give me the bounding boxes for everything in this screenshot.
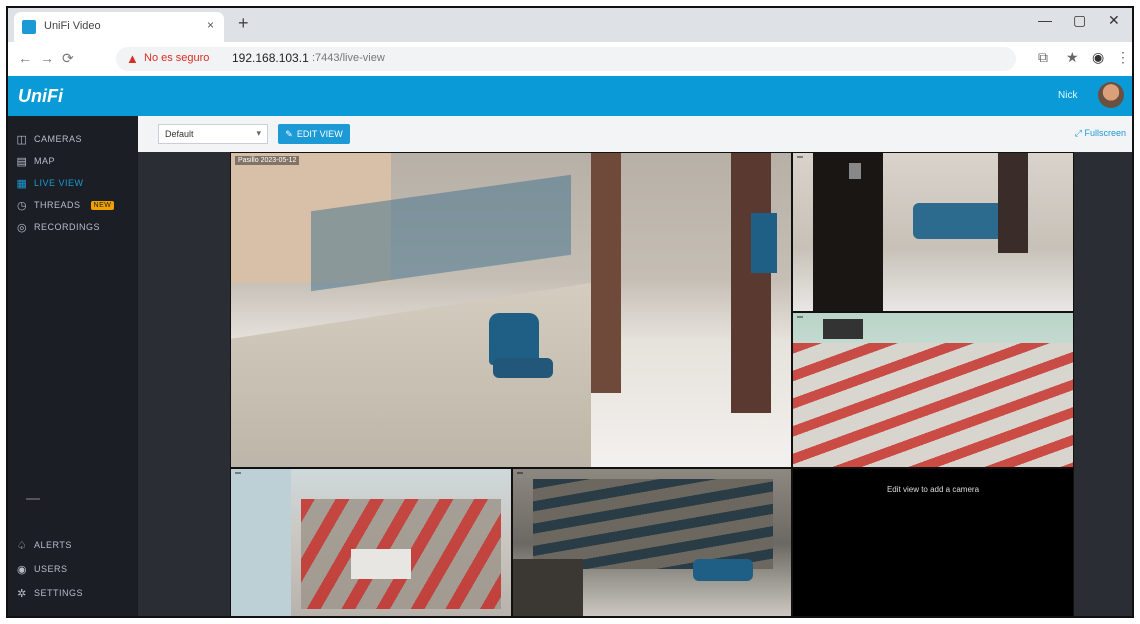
sidebar-item-label: SETTINGS: [34, 588, 84, 598]
avatar[interactable]: [1098, 82, 1124, 108]
door-frame: [591, 153, 621, 393]
camera-icon: ◫: [16, 133, 28, 146]
warning-icon[interactable]: ▲: [126, 51, 139, 66]
camera-grid: Pasillo 2023-05-12 Edit view to add a ca…: [138, 152, 1132, 616]
chair-seat: [493, 358, 553, 378]
blue-chairs: [913, 203, 1003, 239]
browser-tab[interactable]: UniFi Video ×: [14, 12, 224, 42]
users-icon: ◉: [16, 563, 28, 576]
camera-label: Pasillo 2023-05-12: [235, 156, 300, 165]
translate-icon[interactable]: ⧉: [1038, 49, 1048, 66]
sidebar-item-recordings[interactable]: ◎ RECORDINGS: [16, 218, 100, 236]
sidebar-item-map[interactable]: ▤ MAP: [16, 152, 55, 170]
unifi-logo[interactable]: UniFi: [18, 86, 63, 107]
bell-icon: ♤: [16, 539, 28, 552]
door-frame: [998, 153, 1028, 253]
shadow-area: [513, 559, 583, 616]
live-view-icon: ▦: [16, 177, 28, 190]
view-select-value: Default: [165, 129, 194, 139]
tv-screen: [823, 319, 863, 339]
maximize-icon[interactable]: ▢: [1073, 12, 1086, 29]
url-host: 192.168.103.1: [232, 51, 309, 65]
new-tab-icon[interactable]: +: [238, 13, 249, 34]
blue-chairs: [693, 559, 753, 581]
new-badge: NEW: [90, 200, 115, 210]
sidebar-item-settings[interactable]: ✲ SETTINGS: [16, 584, 83, 602]
expand-icon: ⤢: [1074, 128, 1082, 138]
edit-view-button[interactable]: ✎ EDIT VIEW: [278, 124, 350, 144]
camera-label: [235, 472, 241, 474]
gear-icon: ✲: [17, 587, 27, 600]
sidebar-divider: [26, 498, 40, 500]
unifi-favicon-icon: [22, 20, 36, 34]
sidebar-item-threads[interactable]: ◷ THREADS NEW: [16, 196, 115, 214]
fullscreen-button[interactable]: ⤢ Fullscreen: [1075, 128, 1126, 139]
camera-tile-doorway[interactable]: [792, 152, 1074, 312]
sidebar-item-label: LIVE VIEW: [34, 178, 84, 188]
forward-icon[interactable]: →: [40, 50, 54, 66]
blue-chair: [751, 213, 777, 273]
sidebar-item-label: CAMERAS: [34, 134, 83, 144]
sidebar-item-label: ALERTS: [34, 540, 72, 550]
sidebar-item-label: MAP: [34, 156, 56, 166]
sidebar-item-label: THREADS: [34, 200, 81, 210]
menu-icon[interactable]: ⋮: [1116, 49, 1130, 66]
reload-icon[interactable]: ⟳: [62, 50, 74, 67]
red-chairs: [793, 343, 1073, 467]
profile-icon[interactable]: ◉: [1092, 49, 1104, 66]
empty-slot-text: Edit view to add a camera: [886, 485, 980, 494]
address-bar[interactable]: ▲ No es seguro 192.168.103.1 :7443/live-…: [116, 47, 1016, 71]
dark-door: [813, 153, 883, 311]
view-select[interactable]: Default ▾: [158, 124, 268, 144]
door-frame: [731, 153, 771, 413]
sidebar-item-label: RECORDINGS: [34, 222, 101, 232]
camera-tile-hallway[interactable]: Pasillo 2023-05-12: [230, 152, 792, 468]
camera-tile-classroom-c[interactable]: [512, 468, 792, 616]
minimize-icon[interactable]: —: [1038, 12, 1052, 28]
camera-label: [797, 316, 803, 318]
sidebar-item-label: USERS: [34, 564, 68, 574]
edit-view-label: EDIT VIEW: [296, 129, 343, 139]
app-header: UniFi Nick: [8, 76, 1132, 116]
map-icon: ▤: [16, 155, 28, 168]
camera-tile-classroom-a[interactable]: [792, 312, 1074, 468]
dark-tables: [533, 479, 773, 569]
browser-window: UniFi Video × + — ▢ ✕ ← → ⟳ ▲ No es segu…: [6, 6, 1134, 618]
window: [231, 469, 291, 616]
pencil-icon: ✎: [285, 128, 293, 139]
close-tab-icon[interactable]: ×: [207, 18, 214, 32]
sidebar: ◫ CAMERAS ▤ MAP ▦ LIVE VIEW ◷ THREADS NE…: [8, 116, 138, 616]
tab-strip: UniFi Video × + — ▢ ✕: [8, 8, 1132, 42]
security-label[interactable]: No es seguro: [144, 52, 209, 64]
address-bar-row: ← → ⟳ ▲ No es seguro 192.168.103.1 :7443…: [8, 42, 1132, 77]
sidebar-item-live-view[interactable]: ▦ LIVE VIEW: [16, 174, 84, 192]
threads-icon: ◷: [16, 199, 28, 212]
user-name[interactable]: Nick: [1058, 90, 1077, 101]
chevron-down-icon: ▾: [256, 128, 261, 138]
fullscreen-label: Fullscreen: [1084, 128, 1126, 138]
camera-tile-classroom-b[interactable]: [230, 468, 512, 616]
tab-title: UniFi Video: [44, 20, 101, 32]
recordings-icon: ◎: [16, 221, 28, 234]
camera-tile-empty[interactable]: Edit view to add a camera: [792, 468, 1074, 616]
white-table: [351, 549, 411, 579]
sidebar-item-cameras[interactable]: ◫ CAMERAS: [16, 130, 82, 148]
live-view-toolbar: Default ▾ ✎ EDIT VIEW ⤢ Fullscreen: [138, 116, 1132, 152]
back-icon[interactable]: ←: [18, 50, 32, 66]
star-icon[interactable]: ★: [1066, 49, 1079, 66]
sidebar-item-users[interactable]: ◉ USERS: [16, 560, 68, 578]
camera-label: [517, 472, 523, 474]
sidebar-item-alerts[interactable]: ♤ ALERTS: [16, 536, 72, 554]
url-path: :7443/live-view: [312, 52, 385, 64]
sign: [849, 163, 861, 179]
close-window-icon[interactable]: ✕: [1108, 12, 1120, 29]
camera-label: [797, 156, 803, 158]
